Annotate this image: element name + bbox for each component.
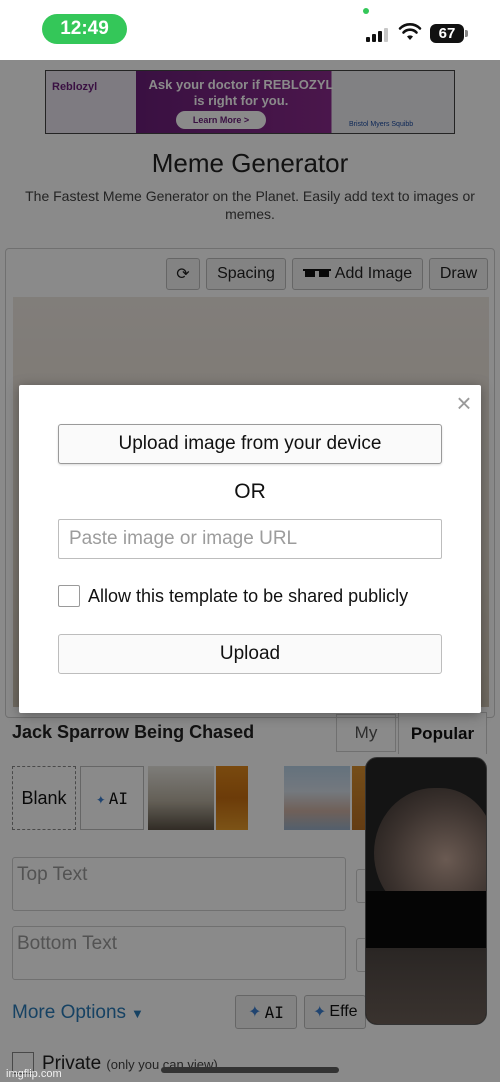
upload-button[interactable]: Upload <box>58 634 442 674</box>
or-divider: OR <box>234 480 266 503</box>
wifi-icon <box>398 23 422 40</box>
battery-icon: 67 <box>430 24 468 43</box>
video-lower <box>366 948 486 1024</box>
status-time: 12:49 <box>42 14 127 44</box>
share-publicly-label: Allow this template to be shared publicl… <box>88 586 409 606</box>
picture-in-picture-video[interactable] <box>365 757 487 1025</box>
status-bar: 12:49 67 <box>0 0 500 60</box>
share-publicly-checkbox[interactable] <box>58 585 80 607</box>
camera-indicator-icon <box>363 8 369 14</box>
cellular-signal-icon <box>366 26 392 42</box>
home-indicator[interactable] <box>161 1067 339 1073</box>
close-icon[interactable]: × <box>453 389 475 417</box>
upload-from-device-button[interactable]: Upload image from your device <box>58 424 442 464</box>
image-url-input[interactable] <box>58 519 442 559</box>
upload-template-modal: × Upload image from your device OR Allow… <box>19 385 481 713</box>
watermark: imgflip.com <box>6 1068 62 1080</box>
